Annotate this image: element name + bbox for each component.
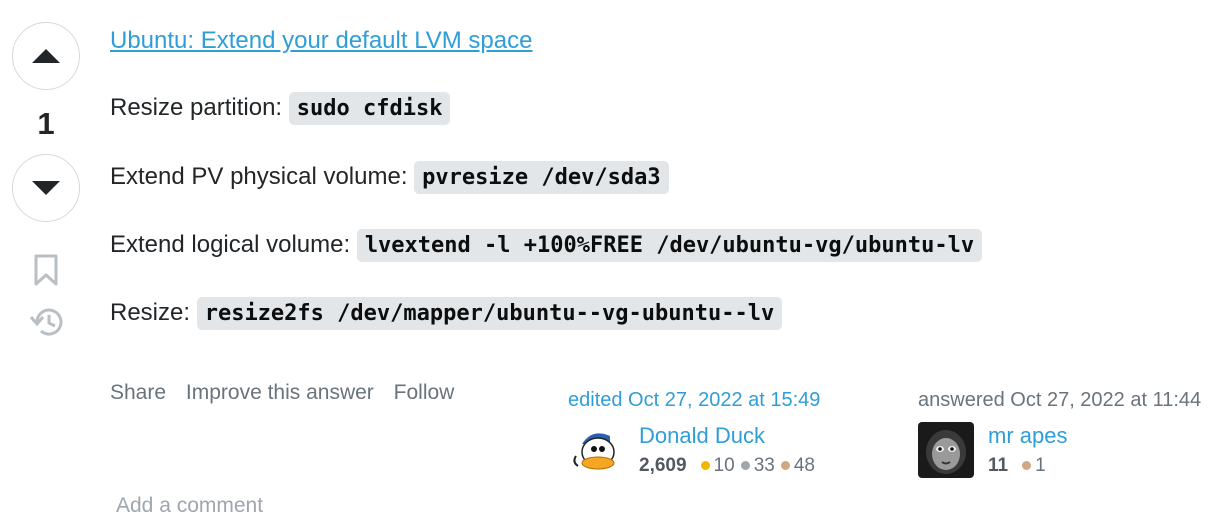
vote-cell: 1	[12, 22, 82, 222]
step-resize-partition: Resize partition: sudo cfdisk	[110, 92, 451, 125]
step-code: resize2fs /dev/mapper/ubuntu--vg-ubuntu-…	[196, 297, 783, 330]
arrow-down-icon	[32, 181, 60, 195]
editor-name[interactable]: Donald Duck	[639, 423, 765, 449]
editor-reputation: 2,609 10 33 48	[639, 455, 815, 477]
vote-count: 1	[37, 106, 55, 141]
bronze-badge-count: 48	[793, 455, 815, 476]
edited-timestamp[interactable]: edited Oct 27, 2022 at 15:49	[568, 389, 820, 411]
downvote-button[interactable]	[12, 154, 80, 222]
upvote-button[interactable]	[12, 22, 80, 90]
reputation-score: 2,609	[639, 455, 687, 476]
step-resize: Resize: resize2fs /dev/mapper/ubuntu--vg…	[110, 297, 783, 330]
post-link[interactable]: Ubuntu: Extend your default LVM space	[110, 27, 532, 55]
step-label: Extend logical volume:	[110, 231, 351, 258]
gold-badge-count: 10	[713, 455, 735, 476]
arrow-up-icon	[32, 49, 60, 63]
add-comment-link[interactable]: Add a comment	[116, 494, 263, 518]
improve-answer-link[interactable]: Improve this answer	[186, 381, 374, 404]
post-menu: Share Improve this answer Follow	[110, 381, 468, 405]
step-code: pvresize /dev/sda3	[414, 161, 669, 194]
bronze-badge-icon	[780, 460, 790, 470]
monkey-avatar-icon	[918, 422, 974, 478]
bookmark-button[interactable]	[33, 254, 59, 291]
editor-signature: edited Oct 27, 2022 at 15:49	[568, 389, 820, 412]
step-label: Resize:	[110, 299, 191, 326]
step-code: lvextend -l +100%FREE /dev/ubuntu-vg/ubu…	[356, 229, 983, 262]
editor-avatar[interactable]	[568, 422, 624, 478]
author-name[interactable]: mr apes	[988, 423, 1067, 449]
step-extend-pv: Extend PV physical volume: pvresize /dev…	[110, 161, 669, 194]
silver-badge-count: 33	[753, 455, 775, 476]
answered-timestamp[interactable]: answered Oct 27, 2022 at 11:44	[918, 389, 1201, 411]
reputation-score: 11	[988, 455, 1009, 476]
author-signature: answered Oct 27, 2022 at 11:44	[918, 389, 1201, 412]
step-code: sudo cfdisk	[288, 92, 451, 125]
author-reputation: 11 1	[988, 455, 1046, 477]
step-label: Extend PV physical volume:	[110, 163, 408, 190]
history-icon	[29, 308, 63, 336]
bookmark-icon	[34, 254, 58, 286]
follow-link[interactable]: Follow	[394, 381, 455, 404]
donald-duck-avatar-icon	[568, 422, 624, 478]
author-avatar[interactable]	[918, 422, 974, 478]
gold-badge-icon	[700, 460, 710, 470]
activity-history-button[interactable]	[29, 305, 65, 344]
step-extend-lv: Extend logical volume: lvextend -l +100%…	[110, 229, 983, 262]
share-link[interactable]: Share	[110, 381, 166, 404]
bronze-badge-icon	[1022, 460, 1032, 470]
step-label: Resize partition:	[110, 94, 283, 121]
silver-badge-icon	[740, 460, 750, 470]
bronze-badge-count: 1	[1035, 455, 1046, 476]
